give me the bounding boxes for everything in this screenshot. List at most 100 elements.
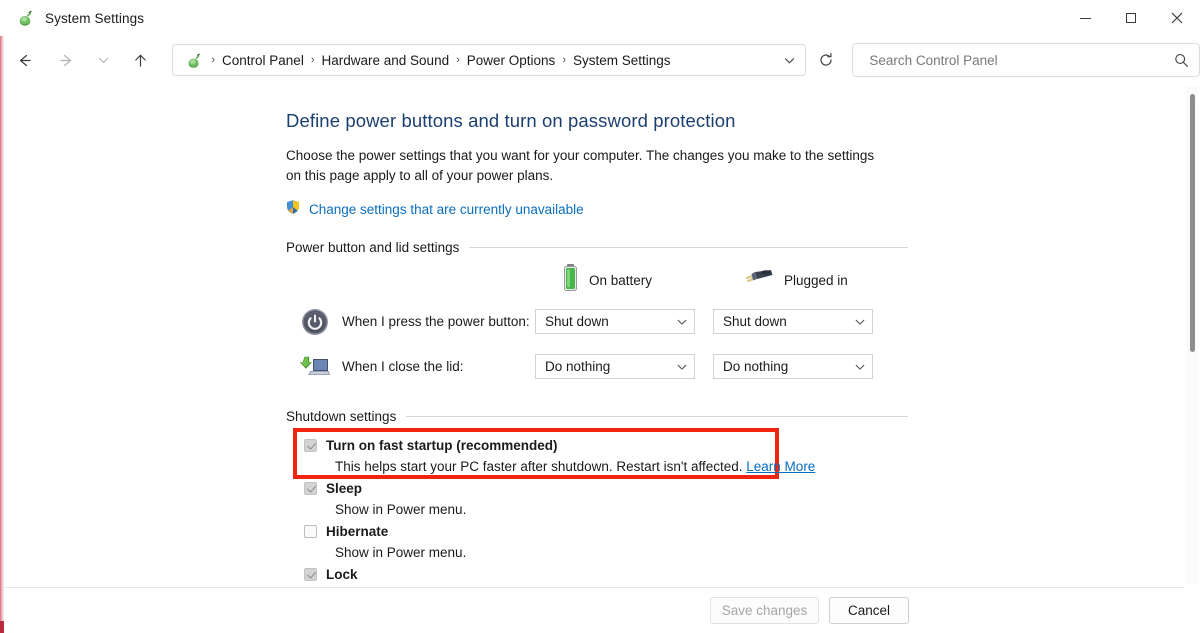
- address-power-options-icon: [185, 51, 203, 69]
- up-button[interactable]: [126, 45, 154, 75]
- page-description: Choose the power settings that you want …: [286, 148, 875, 183]
- minimize-icon: [1079, 17, 1091, 19]
- checkbox-item-fast-startup: Turn on fast startup (recommended) This …: [304, 436, 912, 477]
- back-button[interactable]: [10, 45, 38, 75]
- search-icon[interactable]: [1165, 52, 1199, 69]
- search-box[interactable]: [852, 43, 1200, 77]
- checkbox-item-hibernate: Hibernate Show in Power menu.: [304, 522, 912, 563]
- minimize-button[interactable]: [1062, 0, 1108, 36]
- checkbox-description-sleep: Show in Power menu.: [335, 502, 467, 517]
- recent-locations-chevron-icon: [98, 57, 108, 63]
- checkbox-description-fast-startup: This helps start your PC faster after sh…: [335, 457, 912, 477]
- checkbox-label-sleep: Sleep: [326, 481, 363, 496]
- section-divider: [469, 247, 908, 248]
- recent-locations-button[interactable]: [93, 45, 114, 75]
- setting-row-power-button: When I press the power button: Shut down…: [282, 305, 912, 350]
- checkbox-sleep[interactable]: [304, 482, 317, 495]
- vertical-scrollbar[interactable]: [1186, 86, 1198, 584]
- navigation-bar: › Control Panel › Hardware and Sound › P…: [0, 36, 1200, 84]
- section-header-power-button-and-lid-settings: Power button and lid settings: [286, 240, 912, 255]
- forward-button[interactable]: [52, 45, 80, 75]
- checkbox-row[interactable]: Sleep: [304, 479, 912, 500]
- section-label: Shutdown settings: [286, 409, 397, 424]
- change-settings-link[interactable]: Change settings that are currently unava…: [309, 202, 584, 217]
- refresh-icon: [820, 53, 832, 66]
- address-chevron-down-icon[interactable]: [777, 45, 803, 75]
- column-header-plugged-in: Plugged in: [744, 263, 848, 297]
- breadcrumb-item-power-options[interactable]: Power Options: [462, 50, 561, 71]
- description-text: This helps start your PC faster after sh…: [335, 459, 743, 474]
- footer-bar: Save changes Cancel: [4, 587, 1184, 633]
- dropdown-value: Do nothing: [723, 359, 789, 374]
- section-label: Power button and lid settings: [286, 240, 460, 255]
- chevron-down-icon: [848, 361, 872, 373]
- refresh-button[interactable]: [812, 45, 840, 75]
- uac-shield-icon: [285, 199, 301, 220]
- checkbox-label-hibernate: Hibernate: [326, 524, 389, 539]
- breadcrumb-item-control-panel[interactable]: Control Panel: [217, 50, 309, 71]
- section-header-shutdown-settings: Shutdown settings: [286, 409, 912, 424]
- scrollbar-thumb[interactable]: [1190, 94, 1195, 352]
- cancel-button[interactable]: Cancel: [829, 597, 909, 624]
- power-button-icon: [300, 307, 330, 337]
- checkbox-row[interactable]: Turn on fast startup (recommended): [304, 436, 912, 457]
- close-icon: [1171, 12, 1183, 24]
- column-label-plugged-in: Plugged in: [784, 272, 848, 288]
- breadcrumb-item-system-settings[interactable]: System Settings: [568, 50, 676, 71]
- setting-label-close-lid: When I close the lid:: [342, 359, 464, 374]
- column-header-on-battery: On battery: [562, 263, 652, 297]
- power-plug-icon: [744, 267, 774, 294]
- breadcrumb-separator: ›: [310, 54, 315, 66]
- save-changes-button[interactable]: Save changes: [710, 597, 819, 624]
- dropdown-close-lid-on-battery[interactable]: Do nothing: [535, 354, 695, 379]
- breadcrumb-separator: ›: [211, 54, 216, 66]
- checkbox-description-hibernate: Show in Power menu.: [335, 545, 467, 560]
- window-title: System Settings: [45, 10, 145, 26]
- close-button[interactable]: [1154, 0, 1200, 36]
- forward-arrow-icon: [60, 54, 72, 66]
- checkbox-label-lock: Lock: [326, 567, 358, 582]
- dropdown-power-button-plugged-in[interactable]: Shut down: [713, 309, 873, 334]
- page-title: Define power buttons and turn on passwor…: [286, 110, 736, 131]
- dropdown-power-button-on-battery[interactable]: Shut down: [535, 309, 695, 334]
- laptop-lid-icon: [300, 352, 330, 382]
- checkbox-row[interactable]: Lock: [304, 565, 912, 586]
- chevron-down-icon: [848, 316, 872, 328]
- breadcrumb-separator: ›: [456, 54, 460, 66]
- checkbox-fast-startup[interactable]: [304, 439, 317, 452]
- section-divider: [406, 416, 908, 417]
- setting-label-power-button: When I press the power button:: [342, 314, 530, 329]
- content-pane: Define power buttons and turn on passwor…: [4, 84, 1184, 587]
- column-headers: On battery Plugged in: [282, 263, 912, 305]
- dropdown-value: Shut down: [723, 314, 787, 329]
- checkbox-item-lock: Lock Show in account picture menu.: [304, 565, 912, 587]
- checkbox-row[interactable]: Hibernate: [304, 522, 912, 543]
- chevron-down-icon: [670, 361, 694, 373]
- back-arrow-icon: [19, 54, 31, 66]
- breadcrumb: › Control Panel › Hardware and Sound › P…: [209, 50, 777, 71]
- dropdown-value: Do nothing: [545, 359, 611, 374]
- checkbox-lock[interactable]: [304, 568, 317, 581]
- breadcrumb-item-hardware-and-sound[interactable]: Hardware and Sound: [317, 50, 455, 71]
- system-settings-window: System Settings › Control Panel › Hardwa…: [0, 0, 1200, 633]
- maximize-button[interactable]: [1108, 0, 1154, 36]
- change-settings-link-row: Change settings that are currently unava…: [285, 199, 912, 220]
- dropdown-close-lid-plugged-in[interactable]: Do nothing: [713, 354, 873, 379]
- checkbox-hibernate[interactable]: [304, 525, 317, 538]
- shutdown-settings-checkbox-list: Turn on fast startup (recommended) This …: [282, 428, 912, 587]
- battery-icon: [562, 263, 579, 298]
- column-label-on-battery: On battery: [589, 272, 653, 288]
- up-arrow-icon: [134, 54, 146, 67]
- title-bar: System Settings: [0, 0, 1200, 36]
- power-options-icon: [16, 8, 36, 28]
- learn-more-link[interactable]: Learn More: [746, 459, 815, 474]
- search-input[interactable]: [867, 51, 1165, 69]
- breadcrumb-separator: ›: [562, 54, 566, 66]
- setting-row-close-lid: When I close the lid: Do nothing Do noth…: [282, 350, 912, 395]
- maximize-icon: [1126, 13, 1136, 23]
- checkbox-item-sleep: Sleep Show in Power menu.: [304, 479, 912, 520]
- address-bar[interactable]: › Control Panel › Hardware and Sound › P…: [172, 44, 806, 76]
- checkbox-label-fast-startup: Turn on fast startup (recommended): [326, 438, 558, 453]
- chevron-down-icon: [670, 316, 694, 328]
- window-controls: [1062, 0, 1200, 36]
